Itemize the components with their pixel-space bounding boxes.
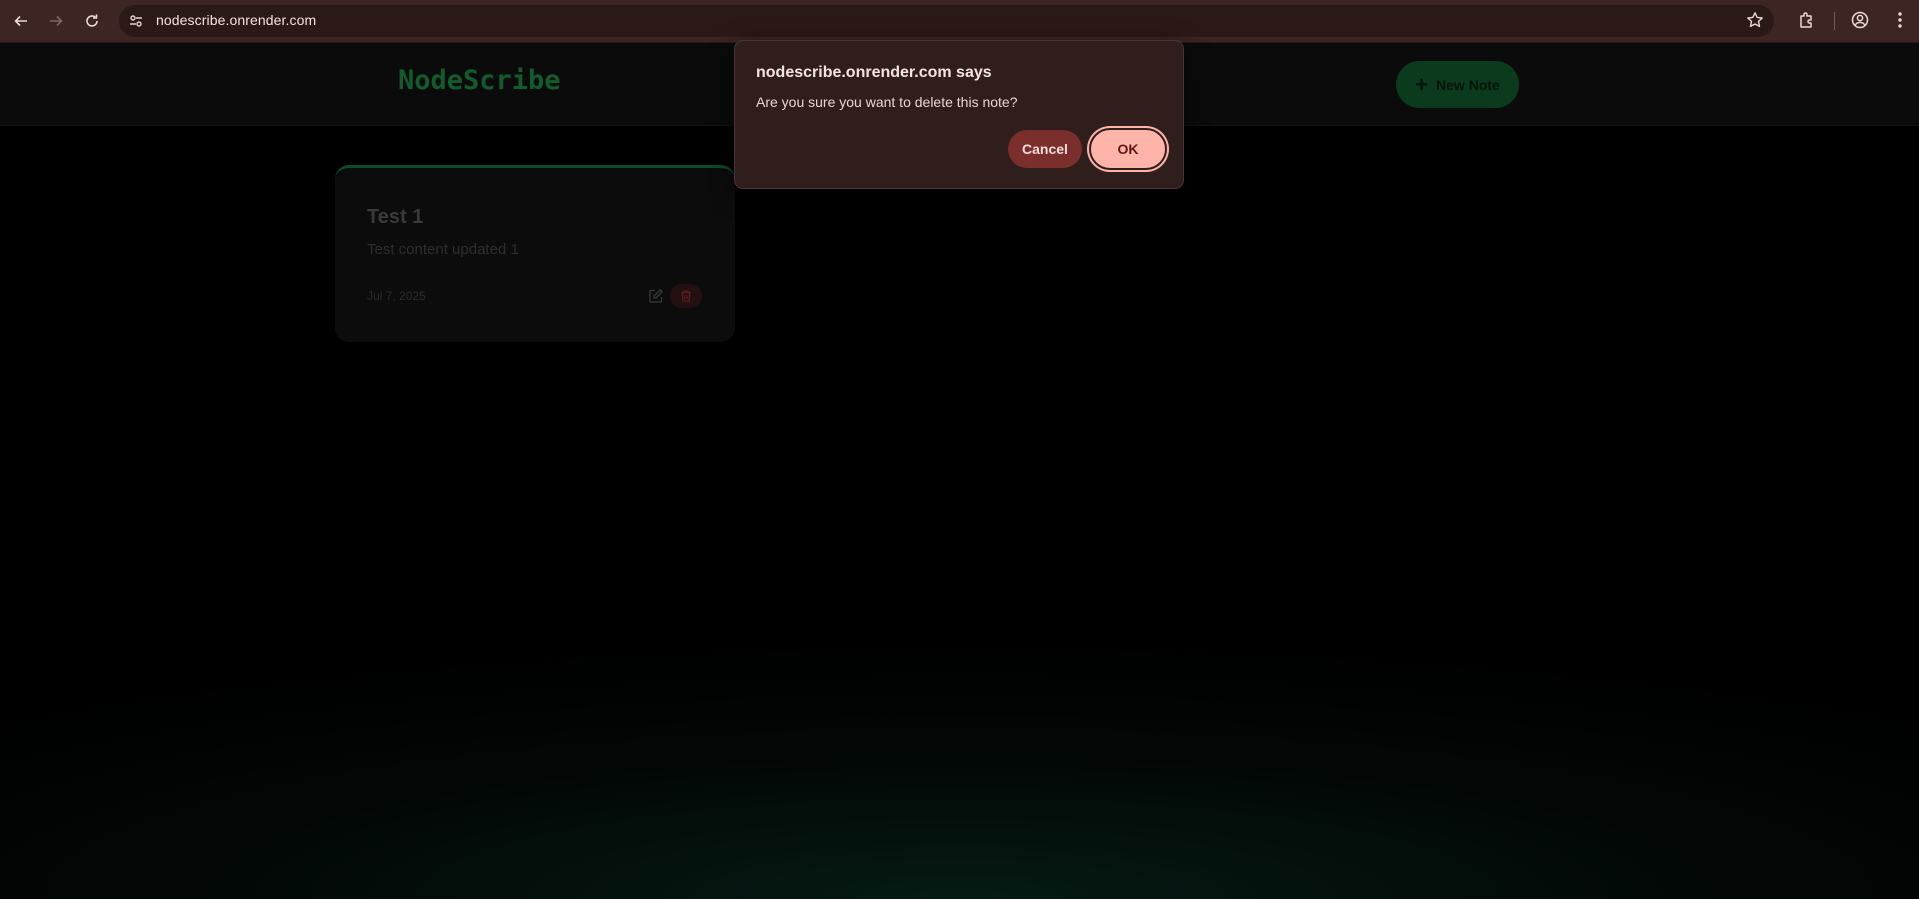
forward-button[interactable] [45, 10, 67, 32]
back-icon [14, 15, 27, 27]
ok-button[interactable]: OK [1089, 128, 1167, 170]
delete-note-button[interactable] [670, 284, 702, 308]
address-bar[interactable]: nodescribe.onrender.com [119, 5, 1774, 37]
forward-icon [50, 15, 63, 27]
browser-toolbar: nodescribe.onrender.com [0, 0, 1919, 43]
dialog-title: nodescribe.onrender.com says [756, 64, 992, 81]
dialog-message: Are you sure you want to delete this not… [756, 94, 1018, 110]
confirm-dialog: nodescribe.onrender.com says Are you sur… [734, 40, 1184, 189]
note-card[interactable]: Test 1 Test content updated 1 Jul 7, 202… [335, 165, 735, 342]
plus-icon: + [1415, 71, 1429, 97]
extensions-icon[interactable] [1797, 10, 1817, 30]
note-title: Test 1 [367, 206, 424, 228]
star-icon[interactable] [1746, 11, 1764, 29]
reload-icon [86, 14, 98, 27]
edit-icon [649, 289, 663, 303]
toolbar-separator [1834, 12, 1835, 30]
note-content: Test content updated 1 [367, 241, 519, 258]
reload-button[interactable] [81, 10, 103, 32]
menu-icon[interactable] [1890, 10, 1910, 30]
url-text[interactable]: nodescribe.onrender.com [156, 12, 316, 28]
back-button[interactable] [10, 10, 32, 32]
app-logo[interactable]: NodeScribe [398, 65, 561, 96]
note-date: Jul 7, 2025 [367, 289, 426, 303]
cancel-button[interactable]: Cancel [1008, 130, 1082, 168]
site-info-icon[interactable] [128, 13, 144, 29]
profile-icon[interactable] [1850, 10, 1870, 30]
trash-icon [681, 290, 691, 302]
new-note-label: New Note [1436, 76, 1500, 93]
new-note-button[interactable]: + New Note [1396, 61, 1519, 108]
edit-note-button[interactable] [646, 286, 666, 306]
